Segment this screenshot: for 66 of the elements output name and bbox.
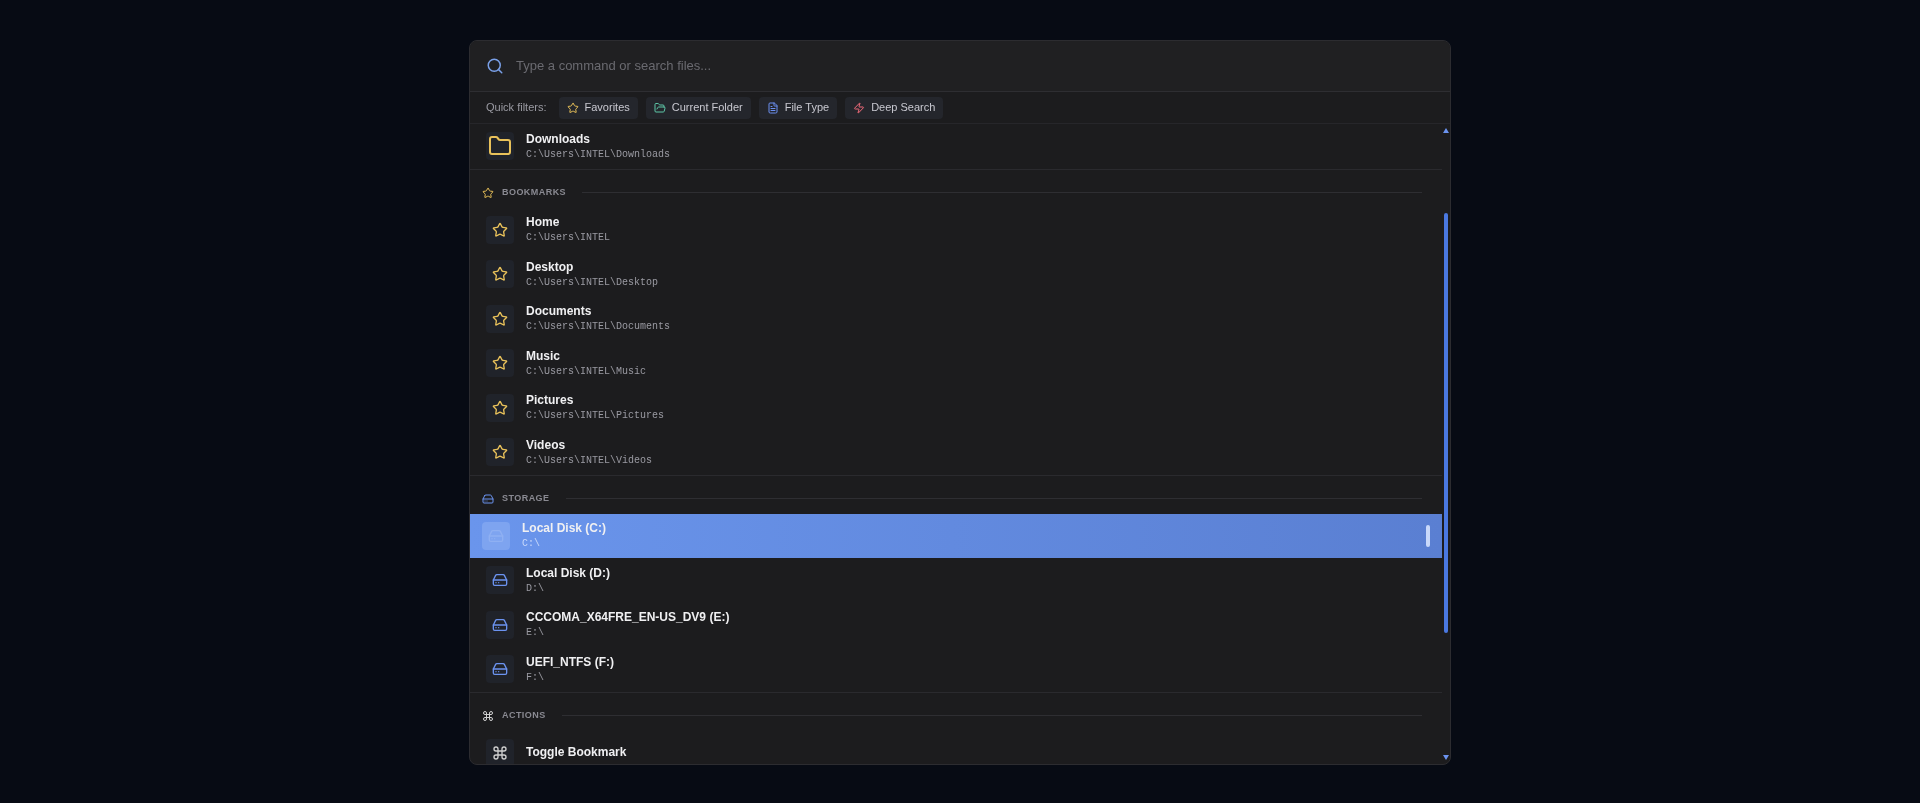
result-path: D:\ bbox=[526, 582, 545, 595]
command-icon bbox=[492, 744, 508, 761]
result-title: Music bbox=[526, 348, 561, 364]
star-icon bbox=[492, 221, 508, 238]
result-row[interactable]: Desktop C:\Users\INTEL\Desktop bbox=[470, 252, 1442, 297]
result-title: Downloads bbox=[526, 131, 591, 147]
result-title: Toggle Bookmark bbox=[526, 745, 628, 761]
result-row[interactable]: Videos C:\Users\INTEL\Videos bbox=[470, 430, 1442, 475]
section-header: ACTIONS bbox=[502, 708, 546, 722]
result-title: Desktop bbox=[526, 259, 575, 275]
result-title: Home bbox=[526, 215, 561, 230]
filter-chip[interactable]: File Type bbox=[758, 96, 838, 119]
result-path: C:\Users\INTEL\Desktop bbox=[526, 276, 660, 289]
section-header: STORAGE bbox=[502, 491, 550, 505]
scrollbar-thumb[interactable] bbox=[1444, 213, 1448, 633]
result-title: Local Disk (D:) bbox=[526, 565, 611, 581]
section-header: BOOKMARKS bbox=[502, 185, 567, 199]
drive-icon bbox=[492, 616, 508, 633]
result-path: C:\Users\INTEL\Downloads bbox=[526, 148, 672, 161]
result-path: C:\Users\INTEL\Documents bbox=[526, 321, 672, 334]
result-row[interactable]: Music C:\Users\INTEL\Music bbox=[470, 341, 1442, 386]
drive-icon bbox=[492, 661, 508, 678]
result-row[interactable]: Downloads C:\Users\INTEL\Downloads bbox=[470, 124, 1442, 169]
search-bar[interactable]: Type a command or search files... bbox=[470, 41, 1450, 92]
folder-icon bbox=[653, 101, 666, 114]
star-icon bbox=[492, 355, 508, 372]
result-title: Local Disk (C:) bbox=[522, 521, 607, 536]
filter-chip[interactable]: Deep Search bbox=[845, 96, 944, 119]
search-field[interactable]: Type a command or search files... bbox=[516, 56, 1434, 76]
result-title: CCCOMA_X64FRE_EN-US_DV9 (E:) bbox=[526, 610, 731, 625]
result-row[interactable]: Toggle Bookmark bbox=[470, 730, 1442, 764]
result-path: E:\ bbox=[526, 627, 545, 640]
filter-chip[interactable]: Favorites bbox=[558, 96, 638, 119]
star-icon bbox=[566, 101, 579, 114]
result-title: Documents bbox=[526, 304, 593, 319]
command-icon bbox=[482, 709, 494, 722]
result-row[interactable]: CCCOMA_X64FRE_EN-US_DV9 (E:) E:\ bbox=[470, 602, 1442, 647]
result-row[interactable]: Local Disk (D:) D:\ bbox=[470, 558, 1442, 603]
star-icon bbox=[492, 444, 508, 461]
star-icon bbox=[492, 266, 508, 283]
scroll-up-icon bbox=[1443, 128, 1449, 133]
result-path: F:\ bbox=[526, 671, 545, 684]
scroll-down-icon bbox=[1443, 755, 1449, 760]
result-row[interactable]: Pictures C:\Users\INTEL\Pictures bbox=[470, 385, 1442, 430]
result-path: C:\Users\INTEL\Videos bbox=[526, 454, 654, 467]
selection-indicator bbox=[1426, 524, 1430, 547]
star-icon bbox=[482, 186, 494, 199]
result-path: C:\Users\INTEL\Pictures bbox=[526, 410, 666, 423]
drive-icon bbox=[482, 492, 494, 505]
star-icon bbox=[492, 310, 508, 327]
drive-icon bbox=[492, 572, 508, 589]
result-path: C:\Users\INTEL\Music bbox=[526, 365, 648, 378]
star-icon bbox=[492, 399, 508, 416]
file-icon bbox=[766, 101, 779, 114]
result-title: Pictures bbox=[526, 393, 575, 408]
result-path: C:\ bbox=[522, 538, 541, 551]
result-row[interactable]: Home C:\Users\INTEL bbox=[470, 207, 1442, 252]
search-icon bbox=[486, 57, 504, 75]
result-title: Videos bbox=[526, 437, 567, 453]
quick-filters-label: Quick filters: bbox=[486, 100, 547, 116]
filter-chip[interactable]: Current Folder bbox=[645, 96, 751, 119]
lightning-icon bbox=[853, 101, 866, 114]
result-title: UEFI_NTFS (F:) bbox=[526, 654, 615, 670]
result-row[interactable]: UEFI_NTFS (F:) F:\ bbox=[470, 647, 1442, 692]
result-row[interactable]: Documents C:\Users\INTEL\Documents bbox=[470, 296, 1442, 341]
result-path: C:\Users\INTEL bbox=[526, 232, 611, 245]
